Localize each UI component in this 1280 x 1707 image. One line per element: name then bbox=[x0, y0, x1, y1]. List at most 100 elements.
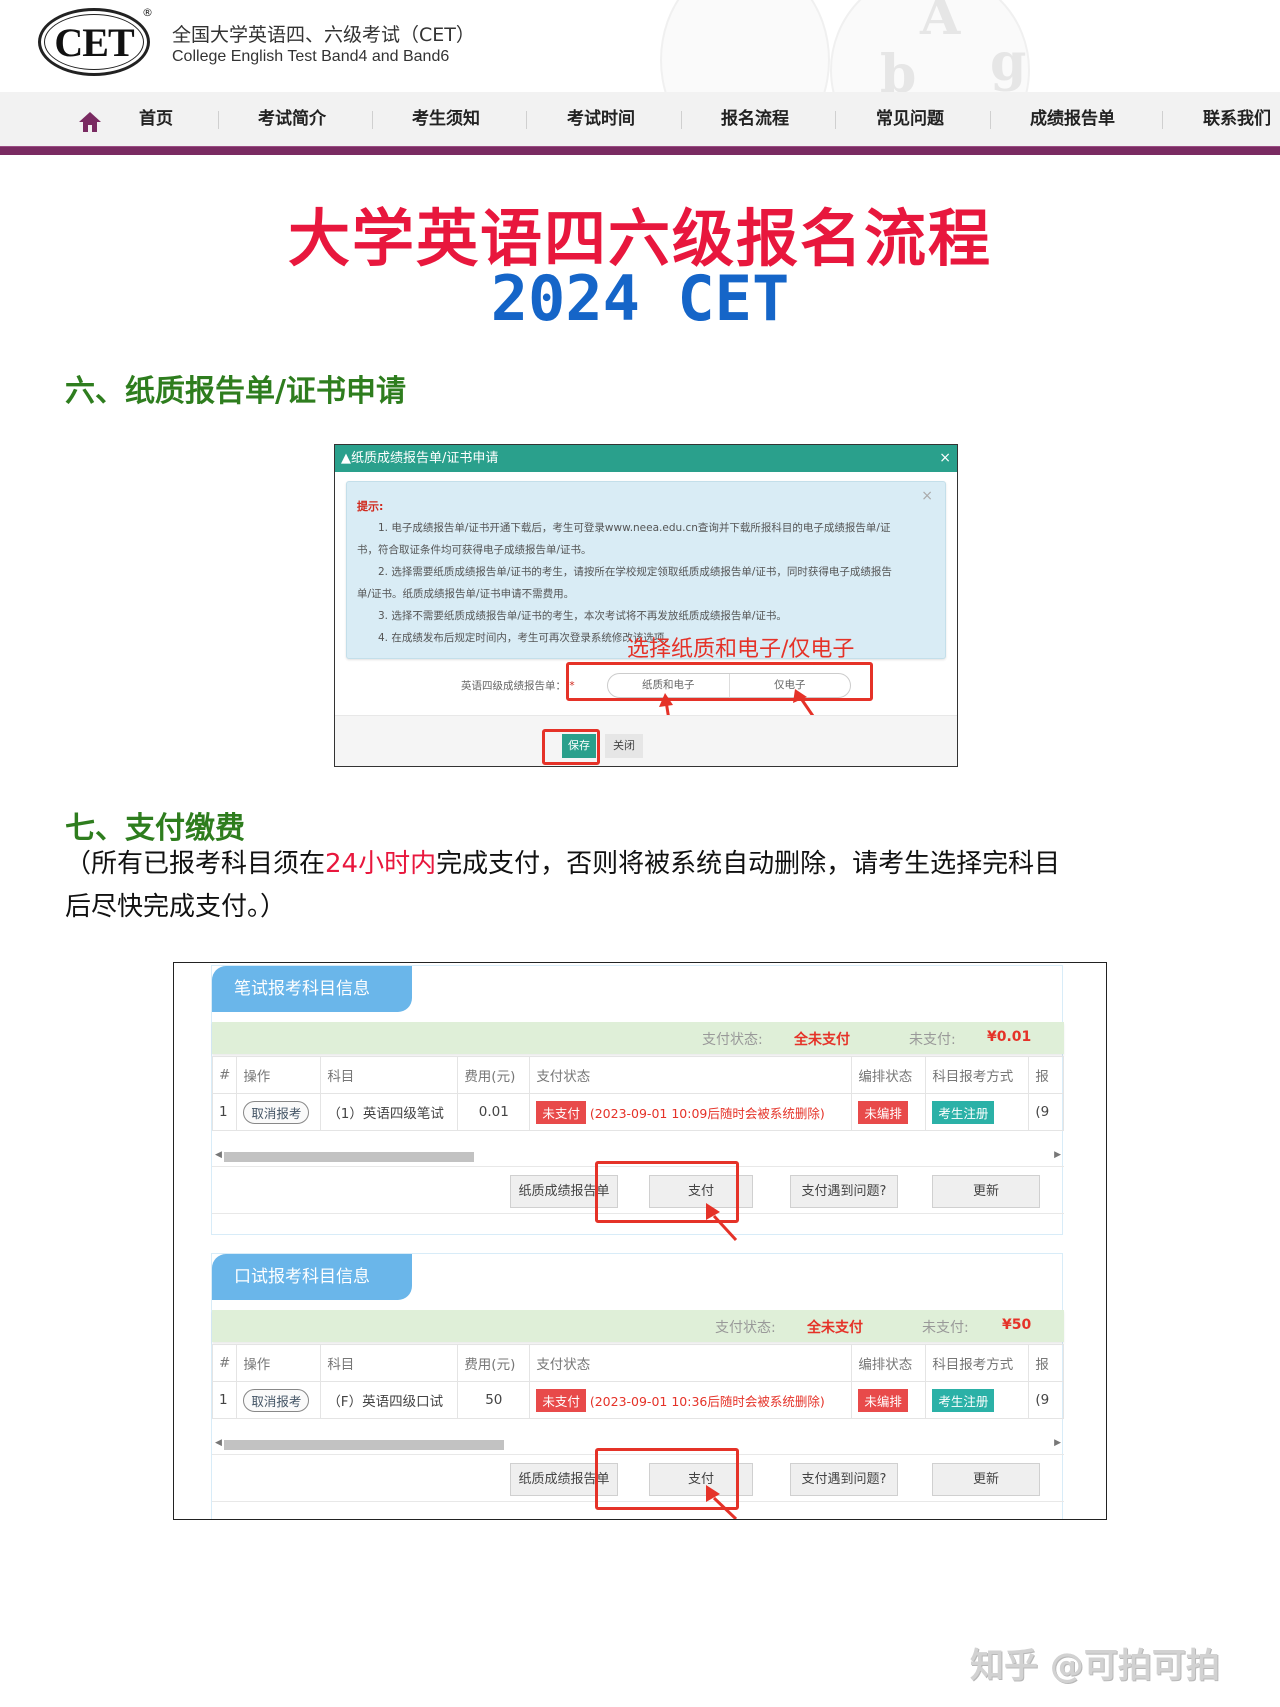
site-title-cn: 全国大学英语四、六级考试（CET） bbox=[172, 24, 475, 46]
pay-help-button[interactable]: 支付遇到问题? bbox=[790, 1175, 898, 1208]
deletion-warning: (2023-09-01 10:36后随时会被系统删除) bbox=[589, 1393, 825, 1409]
cet-logo[interactable]: CET bbox=[38, 8, 150, 76]
payment-summary: 支付状态: 全未支付 未支付: ¥0.01 bbox=[212, 1022, 1064, 1054]
dialog-header: ▲纸质成绩报告单/证书申请 × bbox=[335, 445, 957, 472]
unpaid-badge: 未支付 bbox=[536, 1100, 586, 1124]
scroll-right-icon[interactable]: ▶ bbox=[1054, 1150, 1061, 1160]
fee-cell: 0.01 bbox=[457, 1093, 531, 1131]
col-header: 编排状态 bbox=[851, 1344, 927, 1382]
nav-item-notice[interactable]: 考生须知 bbox=[412, 92, 480, 146]
scroll-thumb[interactable] bbox=[224, 1440, 504, 1450]
nav-divider bbox=[1162, 111, 1163, 129]
main-nav: 首页 考试简介 考生须知 考试时间 报名流程 常见问题 成绩报告单 联系我们 bbox=[0, 92, 1280, 146]
row-index: 1 bbox=[211, 1381, 238, 1419]
tip-line: 单/证书。纸质成绩报告单/证书申请不需费用。 bbox=[357, 588, 575, 600]
extra-cell: (9 bbox=[1028, 1381, 1064, 1419]
subject-cell: （F）英语四级口试 bbox=[320, 1381, 459, 1419]
highlight-box bbox=[595, 1161, 739, 1223]
tip-line: 2. 选择需要纸质成绩报告单/证书的考生，请按所在学校规定领取纸质成绩报告单/证… bbox=[357, 566, 892, 578]
dialog-title: ▲纸质成绩报告单/证书申请 bbox=[341, 451, 499, 466]
col-header: 科目报考方式 bbox=[925, 1056, 1030, 1094]
highlight-box bbox=[595, 1448, 739, 1510]
scroll-left-icon[interactable]: ◀ bbox=[215, 1438, 222, 1448]
note-highlight: 24小时内 bbox=[325, 849, 437, 879]
col-header: 报 bbox=[1028, 1056, 1064, 1094]
nav-item-score-report[interactable]: 成绩报告单 bbox=[1030, 92, 1115, 146]
pay-status-cell: 未支付 (2023-09-01 10:36后随时会被系统删除) bbox=[529, 1381, 853, 1419]
panel-tab[interactable]: 笔试报考科目信息 bbox=[212, 966, 412, 1012]
deco-letter: g bbox=[990, 32, 1027, 92]
cancel-registration-button[interactable]: 取消报考 bbox=[243, 1388, 310, 1412]
site-title-en: College English Test Band4 and Band6 bbox=[172, 48, 450, 65]
home-icon[interactable] bbox=[79, 112, 101, 132]
col-header: # bbox=[211, 1344, 238, 1382]
table-row: 1 取消报考 （F）英语四级口试 50 未支付 (2023-09-01 10:36… bbox=[211, 1381, 1064, 1419]
table-row: 1 取消报考 （1）英语四级笔试 0.01 未支付 (2023-09-01 10:… bbox=[211, 1093, 1064, 1131]
refresh-button[interactable]: 更新 bbox=[932, 1175, 1040, 1208]
summary-status: 全未支付 bbox=[807, 1320, 863, 1336]
tip-line: 1. 电子成绩报告单/证书开通下载后，考生可登录www.neea.edu.cn查… bbox=[357, 522, 891, 534]
site-header: A g b CET ® 全国大学英语四、六级考试（CET） College En… bbox=[0, 0, 1280, 92]
tip-line: 3. 选择不需要纸质成绩报告单/证书的考生，本次考试将不再发放纸质成绩报告单/证… bbox=[357, 610, 787, 622]
method-badge: 考生注册 bbox=[932, 1388, 995, 1412]
col-header: 科目 bbox=[320, 1056, 459, 1094]
nav-item-home[interactable]: 首页 bbox=[139, 92, 173, 146]
col-header: 费用(元) bbox=[457, 1344, 531, 1382]
nav-item-contact[interactable]: 联系我们 bbox=[1203, 92, 1271, 146]
section-heading-7: 七、支付缴费 bbox=[65, 811, 245, 846]
payment-note-line1: （所有已报考科目须在24小时内完成支付，否则将被系统自动删除，请考生选择完科目 bbox=[65, 843, 1060, 880]
panel-tab[interactable]: 口试报考科目信息 bbox=[212, 1254, 412, 1300]
action-cell: 取消报考 bbox=[236, 1381, 322, 1419]
col-header: 操作 bbox=[236, 1056, 322, 1094]
col-header: 编排状态 bbox=[851, 1056, 927, 1094]
tip-line: 书，符合取证条件均可获得电子成绩报告单/证书。 bbox=[357, 544, 592, 556]
scroll-right-icon[interactable]: ▶ bbox=[1054, 1438, 1061, 1448]
refresh-button[interactable]: 更新 bbox=[932, 1463, 1040, 1496]
arrange-cell: 未编排 bbox=[851, 1093, 927, 1131]
close-icon[interactable]: × bbox=[939, 445, 951, 472]
summary-status-label: 支付状态: bbox=[702, 1032, 763, 1048]
nav-item-schedule[interactable]: 考试时间 bbox=[567, 92, 635, 146]
nav-item-registration[interactable]: 报名流程 bbox=[721, 92, 789, 146]
table-header-row: # 操作 科目 费用(元) 支付状态 编排状态 科目报考方式 报 bbox=[211, 1344, 1064, 1382]
nav-item-intro[interactable]: 考试简介 bbox=[258, 92, 326, 146]
section-heading-6: 六、纸质报告单/证书申请 bbox=[65, 374, 406, 409]
report-label: 英语四级成绩报告单： * bbox=[461, 678, 575, 693]
deletion-warning: (2023-09-01 10:09后随时会被系统删除) bbox=[589, 1105, 825, 1121]
deco-letter: A bbox=[920, 0, 961, 47]
unpaid-badge: 未支付 bbox=[536, 1388, 586, 1412]
nav-item-faq[interactable]: 常见问题 bbox=[876, 92, 944, 146]
tip-close-icon[interactable]: × bbox=[921, 488, 933, 504]
summary-unpaid: ¥50 bbox=[1002, 1317, 1032, 1333]
scroll-thumb[interactable] bbox=[224, 1152, 474, 1162]
highlight-box bbox=[566, 662, 873, 701]
cancel-registration-button[interactable]: 取消报考 bbox=[243, 1100, 310, 1124]
nav-divider bbox=[526, 111, 527, 129]
summary-unpaid: ¥0.01 bbox=[987, 1029, 1032, 1045]
nav-accent-bar bbox=[0, 146, 1280, 155]
annotation-choose-option: 选择纸质和电子/仅电子 bbox=[627, 637, 855, 662]
payment-note-line2: 后尽快完成支付。） bbox=[65, 892, 287, 922]
note-text: 完成支付，否则将被系统自动删除，请考生选择完科目 bbox=[436, 849, 1061, 879]
summary-unpaid-label: 未支付: bbox=[909, 1032, 956, 1048]
extra-cell: (9 bbox=[1028, 1093, 1064, 1131]
nav-divider bbox=[372, 111, 373, 129]
page-subtitle: 2024 CET bbox=[490, 262, 790, 335]
close-button[interactable]: 关闭 bbox=[605, 734, 643, 758]
pay-help-button[interactable]: 支付遇到问题? bbox=[790, 1463, 898, 1496]
method-cell: 考生注册 bbox=[925, 1093, 1030, 1131]
nav-divider bbox=[218, 111, 219, 129]
dialog-footer bbox=[335, 715, 957, 766]
payment-summary: 支付状态: 全未支付 未支付: ¥50 bbox=[212, 1310, 1064, 1342]
subject-table: # 操作 科目 费用(元) 支付状态 编排状态 科目报考方式 报 1 取消报考 … bbox=[211, 1056, 1064, 1131]
row-index: 1 bbox=[211, 1093, 238, 1131]
watermark: 知乎 @可拍可拍 bbox=[970, 1646, 1220, 1686]
col-header: 操作 bbox=[236, 1344, 322, 1382]
unarranged-badge: 未编排 bbox=[858, 1100, 908, 1124]
scroll-left-icon[interactable]: ◀ bbox=[215, 1150, 222, 1160]
table-header-row: # 操作 科目 费用(元) 支付状态 编排状态 科目报考方式 报 bbox=[211, 1056, 1064, 1094]
unarranged-badge: 未编排 bbox=[858, 1388, 908, 1412]
col-header: 报 bbox=[1028, 1344, 1064, 1382]
col-header: 支付状态 bbox=[529, 1344, 853, 1382]
fee-cell: 50 bbox=[457, 1381, 531, 1419]
